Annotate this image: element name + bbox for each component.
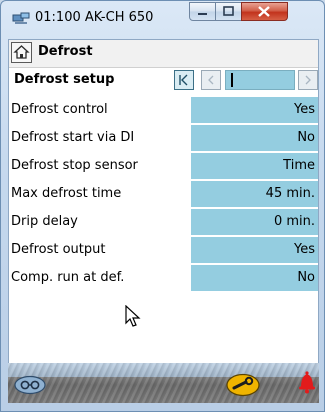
parameter-value[interactable]: No <box>191 265 318 291</box>
section-title: Defrost setup <box>14 72 115 87</box>
alarm-bell-icon[interactable] <box>297 369 317 395</box>
mouse-pointer-icon <box>125 305 141 327</box>
text-caret <box>231 73 233 87</box>
parameter-row-defrost-output[interactable]: Defrost output Yes <box>9 237 318 265</box>
parameter-row-max-defrost-time[interactable]: Max defrost time 45 min. <box>9 181 318 209</box>
footer-texture <box>8 363 319 403</box>
maximize-button[interactable] <box>215 2 242 21</box>
parameter-row-defrost-stop-sensor[interactable]: Defrost stop sensor Time <box>9 153 318 181</box>
footer-bar <box>8 363 319 403</box>
screen-title: Defrost <box>38 44 93 59</box>
parameter-value[interactable]: No <box>191 125 318 151</box>
network-device-icon <box>12 12 30 24</box>
previous-page-button[interactable] <box>201 70 221 90</box>
parameter-label: Comp. run at def. <box>11 270 125 285</box>
parameter-value[interactable]: Yes <box>191 97 318 123</box>
close-button[interactable] <box>241 2 288 21</box>
content-panel: Defrost Defrost setup Defrost control Ye… <box>8 39 319 394</box>
close-icon <box>258 6 270 17</box>
parameter-value[interactable]: Yes <box>191 237 318 263</box>
next-page-button[interactable] <box>298 70 318 90</box>
screen-header: Defrost <box>9 40 318 68</box>
first-page-button[interactable] <box>174 70 194 90</box>
window-title: 01:100 AK-CH 650 <box>35 10 154 25</box>
parameter-list: Defrost control Yes Defrost start via DI… <box>9 97 318 293</box>
home-button[interactable] <box>11 42 32 63</box>
parameter-value[interactable]: 0 min. <box>191 209 318 235</box>
app-window: 01:100 AK-CH 650 Defrost Defrost setup D… <box>0 0 325 412</box>
first-page-icon <box>179 74 188 86</box>
section-header: Defrost setup <box>9 68 318 93</box>
parameter-row-comp-run-at-def[interactable]: Comp. run at def. No <box>9 265 318 293</box>
minimize-icon <box>198 13 207 15</box>
parameter-row-drip-delay[interactable]: Drip delay 0 min. <box>9 209 318 237</box>
parameter-value[interactable]: 45 min. <box>191 181 318 207</box>
glasses-login-icon[interactable] <box>14 375 46 395</box>
parameter-row-defrost-control[interactable]: Defrost control Yes <box>9 97 318 125</box>
page-indicator[interactable] <box>225 70 295 90</box>
parameter-value[interactable]: Time <box>191 153 318 179</box>
title-bar[interactable]: 01:100 AK-CH 650 <box>1 1 324 33</box>
previous-page-icon <box>208 75 214 85</box>
parameter-row-defrost-start-via-di[interactable]: Defrost start via DI No <box>9 125 318 153</box>
next-page-icon <box>305 75 311 85</box>
home-icon <box>13 45 30 59</box>
minimize-button[interactable] <box>189 2 216 21</box>
wrench-icon[interactable] <box>226 373 260 397</box>
maximize-icon <box>223 6 234 16</box>
